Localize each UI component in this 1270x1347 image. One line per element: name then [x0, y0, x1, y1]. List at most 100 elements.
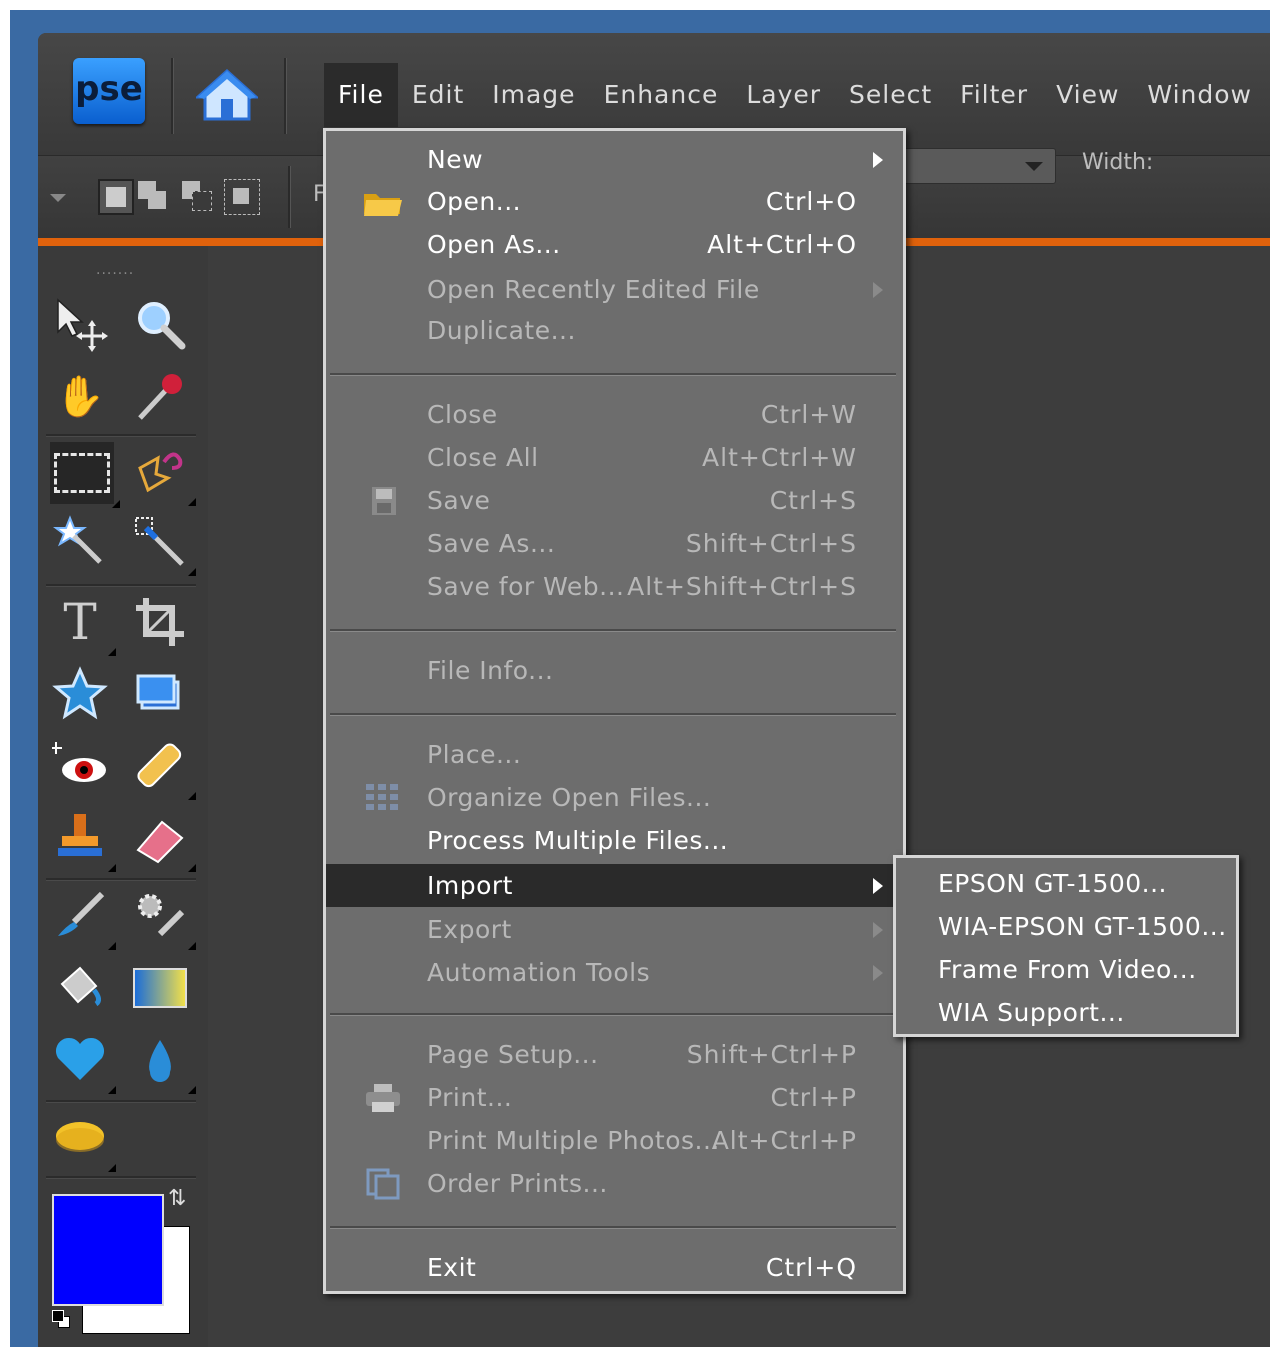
menu-separator — [330, 1013, 896, 1016]
eyedropper-tool-icon[interactable] — [130, 366, 190, 426]
menu-item-label: Order Prints... — [427, 1169, 608, 1198]
foreground-color-swatch[interactable] — [52, 1194, 164, 1306]
toolbox-divider — [46, 878, 196, 881]
crop-tool-icon[interactable] — [130, 592, 190, 652]
add-selection-icon[interactable] — [136, 179, 170, 213]
menu-item-duplicate[interactable]: Duplicate... — [326, 309, 897, 352]
menu-item-shortcut: Shift+Ctrl+P — [686, 1040, 857, 1069]
toolbox-divider — [46, 1100, 196, 1103]
menu-item-label: Open Recently Edited File — [427, 275, 760, 304]
cookie-cutter-tool-icon[interactable] — [50, 664, 110, 724]
submenu-arrow-icon — [873, 152, 883, 168]
paint-bucket-tool-icon[interactable] — [50, 958, 110, 1018]
shape-tool-icon[interactable] — [50, 1030, 116, 1094]
submenu-arrow-icon — [873, 965, 883, 981]
menu-filter[interactable]: Filter — [946, 63, 1042, 127]
subtract-selection-icon[interactable] — [180, 179, 214, 213]
menu-item-open[interactable]: Open... Ctrl+O — [326, 180, 897, 223]
menu-item-place[interactable]: Place... — [326, 733, 897, 776]
menu-item-shortcut: Alt+Ctrl+P — [711, 1126, 857, 1155]
divider — [171, 58, 174, 134]
magic-wand-tool-icon[interactable] — [50, 512, 110, 572]
divider — [284, 58, 287, 134]
menu-item-print-multiple-photos[interactable]: Print Multiple Photos... Alt+Ctrl+P — [326, 1119, 897, 1162]
menu-item-import[interactable]: Import — [326, 864, 897, 907]
type-tool-icon[interactable]: T — [50, 592, 116, 656]
gradient-tool-icon[interactable] — [130, 958, 190, 1018]
import-submenu: EPSON GT-1500... WIA-EPSON GT-1500... Fr… — [893, 855, 1239, 1037]
menu-item-print[interactable]: Print... Ctrl+P — [326, 1076, 897, 1119]
menu-item-exit[interactable]: Exit Ctrl+Q — [326, 1246, 897, 1289]
toolbox-grip[interactable]: ....... — [96, 262, 134, 278]
menu-item-label: Automation Tools — [427, 958, 651, 987]
menu-separator — [330, 1226, 896, 1229]
menu-item-organize-open-files[interactable]: Organize Open Files... — [326, 776, 897, 819]
healing-brush-tool-icon[interactable] — [130, 736, 196, 800]
new-selection-icon[interactable] — [98, 179, 134, 215]
menu-item-label: Print Multiple Photos... — [427, 1126, 720, 1155]
file-menu: New Open... Ctrl+O Open As... Alt+Ctrl+O O… — [323, 128, 906, 1294]
menu-image[interactable]: Image — [478, 63, 589, 127]
menu-item-save-as[interactable]: Save As... Shift+Ctrl+S — [326, 522, 897, 565]
menu-edit[interactable]: Edit — [398, 63, 478, 127]
menu-enhance[interactable]: Enhance — [590, 63, 733, 127]
eraser-tool-icon[interactable] — [130, 808, 196, 872]
grid-icon — [366, 784, 398, 810]
default-colors-icon[interactable] — [52, 1310, 70, 1328]
red-eye-tool-icon[interactable] — [50, 736, 110, 796]
smart-brush-tool-icon[interactable] — [130, 886, 196, 950]
menu-separator — [330, 713, 896, 716]
menu-file[interactable]: File — [324, 63, 398, 127]
menu-window[interactable]: Window — [1133, 63, 1266, 127]
tool-preset-dropdown-icon[interactable] — [50, 194, 66, 202]
home-icon[interactable] — [196, 69, 258, 121]
swap-colors-icon[interactable]: ⇅ — [168, 1186, 186, 1211]
menu-separator — [330, 629, 896, 632]
quick-selection-tool-icon[interactable] — [130, 512, 196, 576]
floppy-icon — [372, 487, 396, 515]
menu-item-open-as[interactable]: Open As... Alt+Ctrl+O — [326, 223, 897, 266]
menu-item-close-all[interactable]: Close All Alt+Ctrl+W — [326, 436, 897, 479]
menu-item-automation-tools[interactable]: Automation Tools — [326, 951, 897, 994]
menu-item-label: Open As... — [427, 230, 561, 259]
menu-item-label: Import — [427, 871, 513, 900]
menu-view[interactable]: View — [1042, 63, 1133, 127]
menu-item-page-setup[interactable]: Page Setup... Shift+Ctrl+P — [326, 1033, 897, 1076]
submenu-item-wia-epson-gt-1500[interactable]: WIA-EPSON GT-1500... — [938, 905, 1227, 948]
intersect-selection-icon[interactable] — [224, 179, 260, 215]
menu-item-shortcut: Ctrl+S — [769, 486, 857, 515]
menu-item-label: Save — [427, 486, 491, 515]
menu-item-save-for-web[interactable]: Save for Web... Alt+Shift+Ctrl+S — [326, 565, 897, 608]
straighten-tool-icon[interactable] — [130, 664, 190, 724]
menu-item-order-prints[interactable]: Order Prints... — [326, 1162, 897, 1205]
clone-stamp-tool-icon[interactable] — [50, 808, 116, 872]
menu-item-process-multiple-files[interactable]: Process Multiple Files... — [326, 819, 897, 862]
menu-layer[interactable]: Layer — [732, 63, 835, 127]
menu-item-file-info[interactable]: File Info... — [326, 649, 897, 692]
hand-tool-icon[interactable]: ✋ — [50, 366, 110, 426]
submenu-arrow-icon — [873, 922, 883, 938]
menu-item-save[interactable]: Save Ctrl+S — [326, 479, 897, 522]
menu-item-label: Open... — [427, 187, 522, 216]
folder-icon — [364, 194, 402, 216]
menu-item-open-recently-edited[interactable]: Open Recently Edited File — [326, 268, 897, 311]
marquee-tool-icon[interactable] — [50, 442, 120, 508]
menu-item-new[interactable]: New — [326, 138, 897, 181]
menu-item-shortcut: Ctrl+W — [760, 400, 857, 429]
width-label: Width: — [1082, 150, 1154, 175]
move-tool-icon[interactable] — [50, 294, 110, 354]
sponge-tool-icon[interactable] — [50, 1108, 116, 1172]
menu-item-label: Process Multiple Files... — [427, 826, 729, 855]
menu-select[interactable]: Select — [835, 63, 946, 127]
menu-item-label: Organize Open Files... — [427, 783, 712, 812]
menu-item-shortcut: Alt+Shift+Ctrl+S — [627, 572, 857, 601]
menu-item-export[interactable]: Export — [326, 908, 897, 951]
submenu-item-frame-from-video[interactable]: Frame From Video... — [938, 948, 1197, 991]
zoom-tool-icon[interactable] — [130, 294, 190, 354]
brush-tool-icon[interactable] — [50, 886, 116, 950]
submenu-item-wia-support[interactable]: WIA Support... — [938, 991, 1125, 1034]
lasso-tool-icon[interactable] — [130, 442, 196, 506]
blur-tool-icon[interactable] — [130, 1030, 196, 1094]
menu-item-close[interactable]: Close Ctrl+W — [326, 393, 897, 436]
submenu-item-epson-gt-1500[interactable]: EPSON GT-1500... — [938, 862, 1167, 905]
